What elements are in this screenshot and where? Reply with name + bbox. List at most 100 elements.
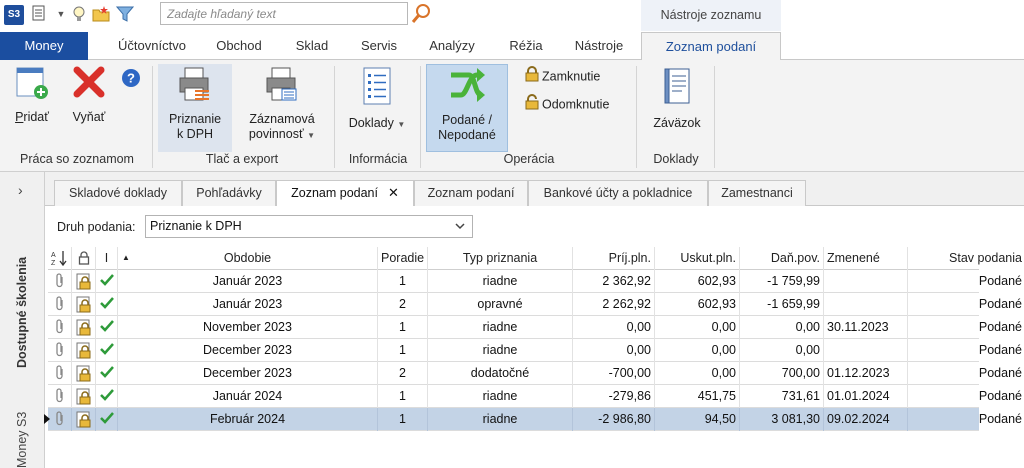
attachment-icon[interactable] — [48, 316, 72, 339]
ribbon: Pridať Vyňať ? Práca so zoznamom Priznan… — [0, 60, 1024, 172]
tab-rezia[interactable]: Réžia — [498, 32, 554, 60]
lightbulb-icon[interactable] — [70, 5, 88, 23]
header-received[interactable]: Príj.pln. — [573, 247, 655, 270]
cell-changed: 09.02.2024 — [824, 408, 908, 431]
lock-doc-icon[interactable] — [72, 385, 96, 408]
tab-servis[interactable]: Servis — [350, 32, 408, 60]
liability-button[interactable]: Záväzok — [646, 64, 708, 148]
search-input[interactable] — [161, 3, 407, 24]
table-header: AZ I ▲ Obdobie Poradie Typ priznania Prí… — [48, 247, 1022, 270]
swap-arrows-icon — [427, 67, 507, 107]
lock-doc-icon[interactable] — [72, 293, 96, 316]
cell-received: 0,00 — [573, 316, 655, 339]
app-logo-icon[interactable]: S3 — [4, 5, 24, 25]
folder-star-icon[interactable] — [92, 5, 110, 23]
table-row[interactable]: November 2023 1 riadne 0,00 0,00 0,00 30… — [48, 316, 1022, 339]
unlock-button[interactable]: Odomknutie — [525, 94, 609, 114]
header-type[interactable]: Typ priznania — [428, 247, 573, 270]
attachment-icon[interactable] — [48, 270, 72, 293]
group-label-print: Tlač a export — [205, 152, 279, 166]
document-menu-icon[interactable] — [30, 5, 48, 23]
submitted-toggle-button[interactable]: Podané / Nepodané — [426, 64, 508, 152]
lock-doc-icon[interactable] — [72, 339, 96, 362]
cell-tax: 731,61 — [740, 385, 824, 408]
cell-performed: 602,93 — [655, 270, 740, 293]
table-row[interactable]: Január 2024 1 riadne -279,86 451,75 731,… — [48, 385, 1022, 408]
chevron-down-icon[interactable]: ▼ — [52, 5, 70, 23]
table-row[interactable]: Február 2024 1 riadne -2 986,80 94,50 3 … — [44, 408, 1022, 431]
documents-button[interactable]: Doklady ▼ — [346, 64, 408, 148]
cell-status: Podané — [908, 362, 1024, 385]
remove-button[interactable]: Vyňať — [64, 64, 114, 148]
lock-doc-icon[interactable] — [72, 270, 96, 293]
lock-doc-icon[interactable] — [72, 408, 96, 431]
unlock-label: Odomknutie — [542, 97, 610, 112]
summary-duty-print-button[interactable]: Záznamová povinnosť ▼ — [240, 64, 324, 152]
header-tax[interactable]: Daň.pov. — [740, 247, 824, 270]
tab-zoznam-podani[interactable]: Zoznam podaní — [641, 32, 781, 61]
cell-changed: 01.01.2024 — [824, 385, 908, 408]
doctab-zoznam-podani[interactable]: Zoznam podaní — [414, 180, 528, 206]
cell-period: December 2023 — [118, 339, 378, 362]
header-status-flag[interactable]: I — [96, 247, 118, 270]
attachment-icon[interactable] — [48, 385, 72, 408]
rail-training[interactable]: Dostupné školenia — [15, 257, 29, 368]
vat-return-print-button[interactable]: Priznanie k DPH — [158, 64, 232, 152]
remove-x-icon — [64, 64, 114, 104]
lock-button[interactable]: Zamknutie — [525, 66, 600, 86]
help-icon[interactable]: ? — [121, 68, 141, 91]
search-icon[interactable] — [410, 3, 434, 25]
submission-type-select[interactable]: Priznanie k DPH — [145, 215, 473, 238]
attachment-icon[interactable] — [48, 362, 72, 385]
doctab-skladove-doklady[interactable]: Skladové doklady — [54, 180, 182, 206]
tab-obchod[interactable]: Obchod — [204, 32, 274, 60]
tab-uctovnictvo[interactable]: Účtovníctvo — [106, 32, 198, 60]
doctab-zamestnanci[interactable]: Zamestnanci — [708, 180, 806, 206]
search-box[interactable] — [160, 2, 408, 25]
chevron-down-icon — [454, 220, 466, 235]
cell-order: 2 — [378, 362, 428, 385]
attachment-icon[interactable] — [48, 339, 72, 362]
lock-doc-icon[interactable] — [72, 316, 96, 339]
ribbon-separator — [420, 66, 421, 168]
table-row[interactable]: Január 2023 2 opravné 2 262,92 602,93 -1… — [48, 293, 1022, 316]
table-row[interactable]: December 2023 2 dodatočné -700,00 0,00 7… — [48, 362, 1022, 385]
rail-money-s3[interactable]: Money S3 — [15, 412, 29, 468]
cell-status: Podané — [908, 270, 1024, 293]
header-status[interactable]: Stav podania — [908, 247, 1024, 270]
header-order[interactable]: Poradie — [378, 247, 428, 270]
doctab-zoznam-podani-active[interactable]: Zoznam podaní ✕ — [276, 180, 414, 207]
attachment-icon[interactable] — [48, 293, 72, 316]
lock-doc-icon[interactable] — [72, 362, 96, 385]
table-row[interactable]: December 2023 1 riadne 0,00 0,00 0,00 Po… — [48, 339, 1022, 362]
header-period[interactable]: ▲ Obdobie — [118, 247, 378, 270]
doctab-bankove-ucty[interactable]: Bankové účty a pokladnice — [528, 180, 708, 206]
header-changed[interactable]: Zmenené — [824, 247, 908, 270]
printer-form-icon — [158, 66, 232, 106]
tab-nastroje[interactable]: Nástroje — [562, 32, 636, 60]
cell-tax: 3 081,30 — [740, 408, 824, 431]
expand-rail-icon[interactable]: › — [18, 182, 23, 198]
sort-icon[interactable]: AZ — [48, 247, 72, 270]
tab-analyzy[interactable]: Analýzy — [418, 32, 486, 60]
table-row[interactable]: Január 2023 1 riadne 2 362,92 602,93 -1 … — [48, 270, 1022, 293]
tab-money[interactable]: Money — [0, 32, 88, 60]
close-icon[interactable]: ✕ — [388, 185, 399, 200]
ribbon-separator — [152, 66, 153, 168]
cell-status: Podané — [908, 408, 1024, 431]
tab-sklad[interactable]: Sklad — [282, 32, 342, 60]
filter-icon[interactable] — [115, 5, 135, 23]
header-lock-icon[interactable] — [72, 247, 96, 270]
header-performed[interactable]: Uskut.pln. — [655, 247, 740, 270]
lock-icon — [525, 66, 539, 88]
cell-type: riadne — [428, 316, 573, 339]
cell-performed: 451,75 — [655, 385, 740, 408]
ribbon-separator — [334, 66, 335, 168]
svg-text:Z: Z — [51, 260, 56, 267]
attachment-icon[interactable] — [48, 408, 72, 431]
header-period-label: Obdobie — [223, 251, 272, 265]
lock-label: Zamknutie — [542, 69, 601, 84]
doctab-pohladavky[interactable]: Pohľadávky — [182, 180, 276, 206]
add-button[interactable]: Pridať — [8, 64, 56, 148]
check-icon — [96, 362, 118, 385]
